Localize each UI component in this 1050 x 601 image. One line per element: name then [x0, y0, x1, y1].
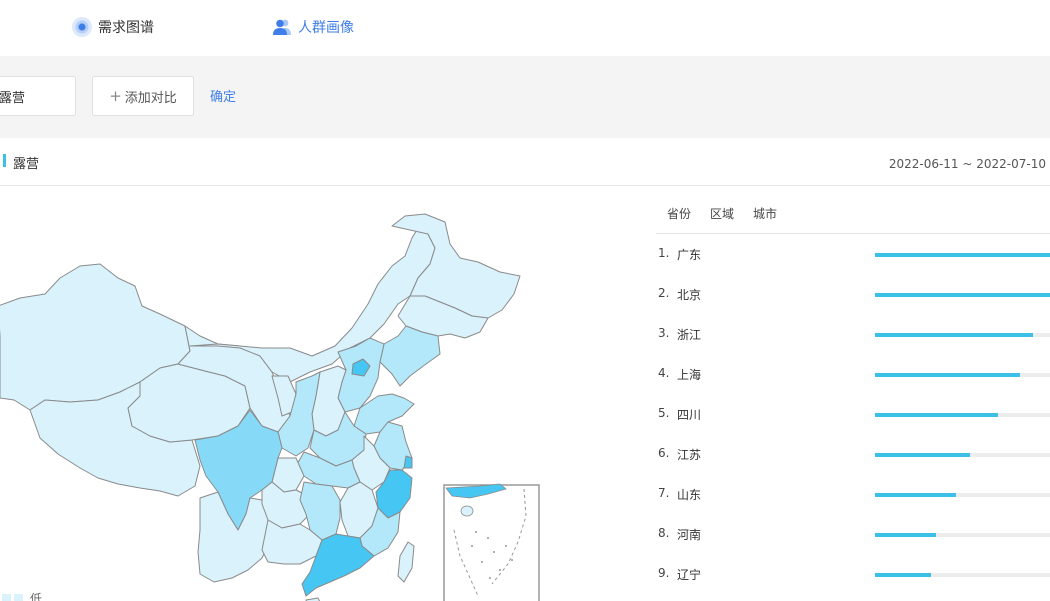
- add-compare-label: 添加对比: [124, 90, 177, 106]
- rank-row: 3. 浙江: [656, 324, 1050, 344]
- rank-bar-fill: [875, 373, 1021, 377]
- rank-bar-track: [875, 373, 1050, 377]
- rank-province-name: 上海: [677, 368, 702, 382]
- rank-province-name: 四川: [677, 408, 702, 422]
- rank-bar-track: [875, 253, 1050, 257]
- china-map: 低: [0, 186, 560, 601]
- rank-tabs: 省份 区域 城市: [667, 205, 777, 222]
- keyword-input[interactable]: [0, 76, 76, 116]
- map-region-taiwan[interactable]: [397, 541, 415, 583]
- rank-bar-track: [875, 573, 1050, 577]
- date-range: 2022-06-11 ~ 2022-07-10: [888, 157, 1046, 171]
- map-region-shanghai[interactable]: [403, 455, 413, 469]
- rank-row: 7. 山东: [656, 484, 1050, 504]
- rank-row: 8. 河南: [656, 524, 1050, 544]
- rank-province-name: 河南: [677, 528, 702, 542]
- rank-row: 6. 江苏: [656, 444, 1050, 464]
- rank-bar-track: [875, 493, 1050, 497]
- rank-bar-fill: [875, 453, 970, 457]
- rank-number: 7.: [658, 486, 670, 500]
- rank-bar-fill: [875, 493, 956, 497]
- rank-bar-fill: [875, 293, 1050, 297]
- target-icon: [72, 17, 92, 37]
- south-china-sea-inset: [443, 483, 540, 601]
- rank-bar-fill: [875, 253, 1050, 257]
- rank-number: 4.: [658, 366, 670, 380]
- rank-tab-city[interactable]: 城市: [753, 205, 777, 222]
- section-header: 露营 2022-06-11 ~ 2022-07-10: [0, 138, 1050, 186]
- tab-crowd-portrait[interactable]: 人群画像: [272, 14, 354, 40]
- people-icon: [272, 17, 292, 37]
- rank-row: 2. 北京: [656, 284, 1050, 304]
- rank-number: 2.: [658, 286, 670, 300]
- rank-number: 6.: [658, 446, 670, 460]
- rank-row: 4. 上海: [656, 364, 1050, 384]
- add-compare-button[interactable]: + 添加对比: [92, 76, 194, 116]
- rank-number: 1.: [658, 246, 670, 260]
- plus-icon: +: [109, 87, 122, 105]
- rank-province-name: 广东: [677, 248, 702, 262]
- rank-row: 5. 四川: [656, 404, 1050, 424]
- rank-tab-province[interactable]: 省份: [667, 205, 691, 222]
- rank-bar-fill: [875, 533, 937, 537]
- rank-number: 9.: [658, 566, 670, 580]
- rank-bar-track: [875, 293, 1050, 297]
- rank-province-name: 浙江: [677, 328, 702, 342]
- rank-bar-track: [875, 333, 1050, 337]
- rank-bar-fill: [875, 333, 1033, 337]
- tab-demand-graph[interactable]: 需求图谱: [72, 14, 154, 40]
- map-legend: 低: [2, 592, 42, 601]
- confirm-button[interactable]: 确定: [210, 86, 236, 105]
- rank-bar-track: [875, 453, 1050, 457]
- rank-bar-fill: [875, 573, 931, 577]
- china-map-svg: 低: [0, 213, 540, 601]
- rank-province-name: 北京: [677, 288, 702, 302]
- rank-bar-fill: [875, 413, 998, 417]
- tab-demand-graph-label: 需求图谱: [98, 20, 154, 36]
- rank-row: 9. 辽宁: [656, 564, 1050, 584]
- rank-number: 5.: [658, 406, 670, 420]
- rank-province-name: 江苏: [677, 448, 702, 462]
- rank-tab-region[interactable]: 区域: [710, 205, 734, 222]
- top-tabs: 需求图谱 人群画像: [0, 0, 1050, 56]
- legend-low-label: 低: [30, 592, 42, 601]
- section-accent-bar: [3, 154, 6, 167]
- rank-divider: [656, 233, 1050, 234]
- tab-crowd-portrait-label: 人群画像: [298, 20, 354, 36]
- rank-bar-track: [875, 413, 1050, 417]
- section-title: 露营: [13, 157, 40, 172]
- rank-number: 3.: [658, 326, 670, 340]
- rank-number: 8.: [658, 526, 670, 540]
- rank-bar-track: [875, 533, 1050, 537]
- map-region-liaoning[interactable]: [379, 325, 441, 387]
- rank-row: 1. 广东: [656, 244, 1050, 264]
- rank-province-name: 辽宁: [677, 568, 702, 582]
- rank-province-name: 山东: [677, 488, 702, 502]
- search-toolbar: + 添加对比 确定: [0, 56, 1050, 138]
